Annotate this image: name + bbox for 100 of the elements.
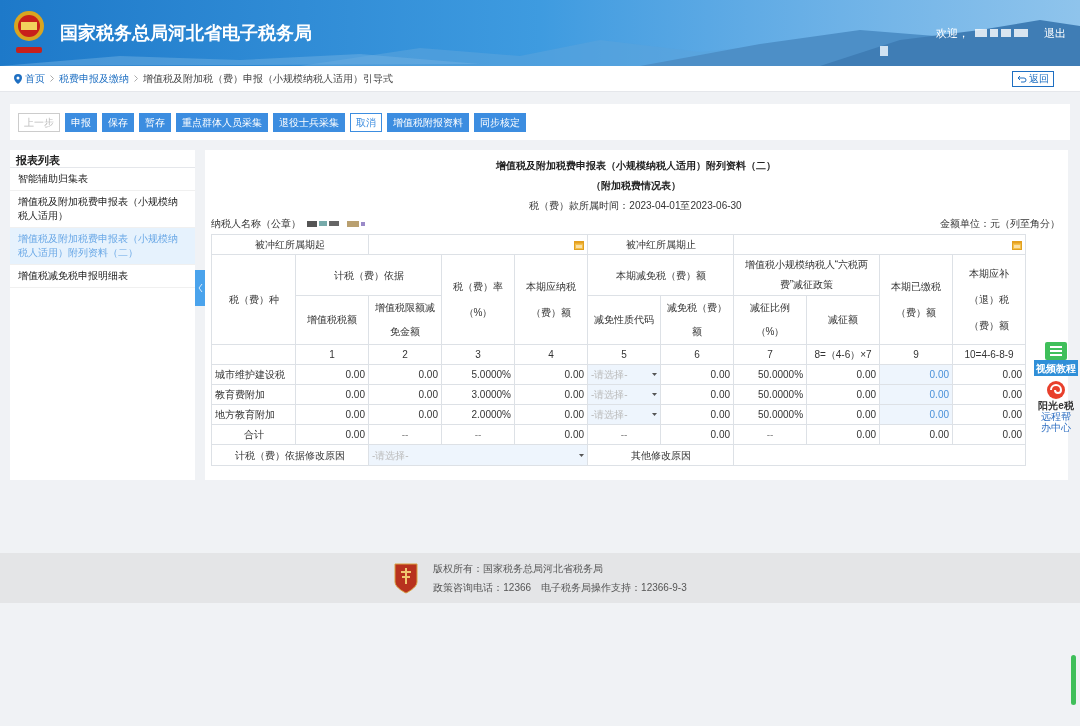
brand-text: 阳光e税 — [1038, 400, 1074, 411]
column-header: 增值税小规模纳税人“六税两费”减征政策 — [733, 254, 880, 296]
column-header: 本期已缴税（费）额 — [879, 254, 953, 345]
caret-icon — [652, 393, 658, 396]
column-header: 计税（费）依据 — [295, 254, 442, 296]
video-tutorial-button[interactable]: 视频教程 — [1034, 360, 1078, 376]
back-button[interactable]: 返回 — [1012, 70, 1054, 87]
table-cell: 0.00 — [368, 364, 442, 385]
form-title: 增值税及附加税费申报表（小规模纳税人适用）附列资料（二） — [494, 159, 777, 173]
sidebar-item[interactable]: 增值税及附加税费申报表（小规模纳税人适用）附列资料（二） — [10, 228, 195, 265]
table-cell: 0.00 — [660, 384, 734, 405]
column-header: 本期减免税（费）额 — [587, 254, 734, 296]
table-cell: 2.0000% — [441, 404, 515, 425]
table-cell: 0.00 — [514, 424, 588, 445]
breadcrumb-current: 增值税及附加税（费）申报（小规模纳税人适用）引导式 — [143, 72, 393, 86]
column-header: 本期应补（退）税（费）额 — [952, 254, 1026, 345]
table-cell: 0.00 — [368, 384, 442, 405]
toolbar-button[interactable]: 增值税附报资料 — [387, 112, 469, 132]
table-cell: 0.00 — [660, 404, 734, 425]
table-cell: 0.00 — [295, 424, 369, 445]
toolbar-button[interactable]: 暂存 — [139, 112, 171, 132]
row-label: 教育费附加 — [211, 384, 296, 405]
table-cell: 0.00 — [806, 404, 880, 425]
column-header: 本期应纳税（费）额 — [514, 254, 588, 345]
table-cell: 0.00 — [514, 384, 588, 405]
column-number: 6 — [660, 344, 734, 365]
scroll-indicator[interactable] — [1071, 655, 1076, 705]
column-number: 4 — [514, 344, 588, 365]
form-subtitle: （附加税费情况表） — [589, 179, 682, 193]
footer-logo-icon — [393, 562, 420, 594]
site-title: 国家税务总局河北省电子税务局 — [60, 21, 312, 45]
toolbar-button[interactable]: 保存 — [102, 112, 134, 132]
table-cell: 0.00 — [295, 404, 369, 425]
copyright-text: 版权所有：国家税务总局河北省税务局 — [433, 562, 605, 576]
menu-icon[interactable] — [1045, 342, 1067, 360]
caret-icon — [652, 373, 658, 376]
table-cell: -- — [441, 424, 515, 445]
column-number: 10=4-6-8-9 — [952, 344, 1026, 365]
collapse-handle[interactable] — [195, 270, 205, 306]
table-cell: -- — [368, 424, 442, 445]
column-number: 7 — [733, 344, 807, 365]
table-cell: 50.0000% — [733, 404, 807, 425]
redacted-name — [307, 220, 365, 227]
breadcrumb-link[interactable]: 税费申报及缴纳 — [59, 71, 129, 86]
table-cell: 50.0000% — [733, 364, 807, 385]
table-cell: 50.0000% — [733, 384, 807, 405]
table-cell: 0.00 — [806, 384, 880, 405]
logout-link[interactable]: 退出 — [1044, 24, 1066, 42]
row-label: 地方教育附加 — [211, 404, 296, 425]
toolbar-button[interactable]: 取消 — [350, 112, 382, 132]
table-cell: 3.0000% — [441, 384, 515, 405]
column-number: 9 — [879, 344, 953, 365]
unit-text: 金额单位：元（列至角分） — [940, 217, 1060, 231]
sidebar-item[interactable]: 增值税减免税申报明细表 — [10, 265, 195, 288]
table-cell: -- — [587, 424, 661, 445]
table-cell: 0.00 — [879, 424, 953, 445]
location-icon — [14, 73, 22, 84]
column-number: 3 — [441, 344, 515, 365]
row-label: 合计 — [211, 424, 296, 445]
period-text: 税（费）款所属时间：2023-04-01至2023-06-30 — [528, 199, 743, 213]
toolbar-button[interactable]: 退役士兵采集 — [273, 112, 345, 132]
toolbar-button[interactable]: 重点群体人员采集 — [176, 112, 268, 132]
toolbar-button[interactable]: 同步核定 — [474, 112, 526, 132]
table-cell: 0.00 — [952, 404, 1026, 425]
toolbar-button[interactable]: 申报 — [65, 112, 97, 132]
field-label: 被冲红所属期起 — [211, 234, 369, 255]
breadcrumb-link[interactable]: 首页 — [25, 71, 45, 86]
field-label: 被冲红所属期止 — [587, 234, 734, 255]
table-cell: 0.00 — [660, 424, 734, 445]
table-cell: 0.00 — [952, 384, 1026, 405]
column-header: 增值税税额 — [295, 295, 369, 345]
caret-icon — [579, 453, 585, 457]
calendar-icon[interactable] — [1012, 239, 1023, 250]
table-cell: 0.00 — [295, 364, 369, 385]
table-cell: -- — [733, 424, 807, 445]
row-label: 城市维护建设税 — [211, 364, 296, 385]
caret-icon — [652, 413, 658, 416]
table-cell: 0.00 — [952, 364, 1026, 385]
taxpayer-label: 纳税人名称（公章） — [211, 217, 301, 231]
table-cell: 5.0000% — [441, 364, 515, 385]
chevron-icon — [50, 75, 54, 82]
column-number: 1 — [295, 344, 369, 365]
table-cell: 0.00 — [806, 424, 880, 445]
table-cell: 0.00 — [952, 424, 1026, 445]
sidebar-item[interactable]: 智能辅助归集表 — [10, 168, 195, 191]
column-number: 8=（4-6）×7 — [806, 344, 880, 365]
column-number: 5 — [587, 344, 661, 365]
help-center-link[interactable]: 远程帮办中心 — [1040, 411, 1072, 433]
table-cell: 0.00 — [295, 384, 369, 405]
table-cell: 0.00 — [514, 404, 588, 425]
return-icon — [1017, 74, 1027, 83]
calendar-icon[interactable] — [574, 239, 585, 250]
column-header: 减免性质代码 — [587, 295, 661, 345]
table-cell: 0.00 — [660, 364, 734, 385]
redacted-name — [975, 29, 1028, 37]
field-label: 计税（费）依据修改原因 — [211, 444, 369, 466]
column-header: 减征比例（%） — [733, 295, 807, 345]
column-header: 减免税（费）额 — [660, 295, 734, 345]
table-cell: 0.00 — [514, 364, 588, 385]
contact-text: 政策咨询电话：12366 电子税务局操作支持：12366-9-3 — [433, 581, 687, 595]
